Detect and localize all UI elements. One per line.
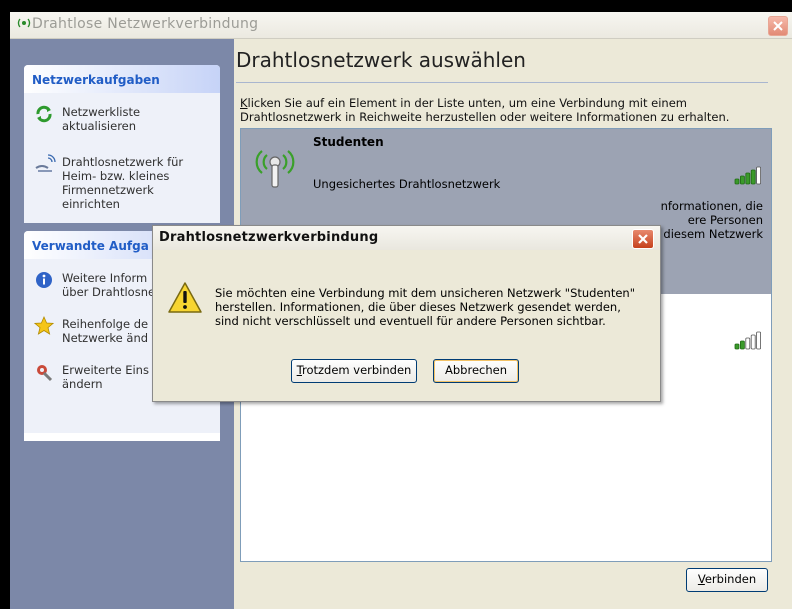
task-label-line: Heim- bzw. kleines bbox=[62, 169, 170, 183]
instruction-text: Klicken Sie auf ein Element in der Liste… bbox=[240, 96, 780, 124]
network-tasks-box: Netzwerkaufgaben Netzwerkliste aktualisi… bbox=[24, 65, 220, 223]
title-bar: Drahtlose Netzwerkverbindung bbox=[10, 12, 792, 39]
window-title: Drahtlose Netzwerkverbindung bbox=[32, 16, 259, 32]
wireless-antenna-icon bbox=[253, 143, 295, 188]
signal-bar bbox=[734, 178, 740, 185]
task-label: Netzwerkliste aktualisieren bbox=[62, 105, 141, 133]
connect-label: erbinden bbox=[704, 572, 757, 586]
signal-bar bbox=[745, 337, 751, 350]
dialog-message-line: sind nicht verschlüsselt und eventuell f… bbox=[215, 314, 606, 328]
refresh-icon bbox=[34, 104, 54, 124]
task-setup-home-network[interactable]: Drahtlosnetzwerk für Heim- bzw. kleines … bbox=[24, 149, 220, 217]
star-icon bbox=[33, 315, 55, 336]
connect-button[interactable]: Verbinden bbox=[686, 568, 768, 592]
signal-bar bbox=[756, 331, 762, 350]
network-description-line: nformationen, die bbox=[660, 199, 763, 213]
task-label-line: Firmennetzwerk einrichten bbox=[62, 183, 154, 211]
dialog-message: Sie möchten eine Verbindung mit dem unsi… bbox=[215, 286, 645, 328]
dialog-title: Drahtlosnetzwerkverbindung bbox=[159, 230, 379, 245]
close-icon[interactable] bbox=[632, 229, 654, 249]
network-security-type: Ungesichertes Drahtlosnetzwerk bbox=[313, 177, 501, 191]
signal-strength-icon bbox=[733, 330, 763, 350]
page-title: Drahtlosnetzwerk auswählen bbox=[236, 48, 526, 72]
insecure-network-dialog: Drahtlosnetzwerkverbindung Sie möchten e… bbox=[152, 225, 661, 402]
dialog-message-line: herstellen. Informationen, die über dies… bbox=[215, 300, 621, 314]
task-label-line: Drahtlosnetzwerk für bbox=[62, 155, 184, 169]
signal-bar bbox=[756, 166, 762, 185]
cancel-button[interactable]: Abbrechen bbox=[433, 359, 519, 383]
signal-bar bbox=[740, 175, 745, 185]
signal-bar bbox=[750, 169, 756, 185]
signal-strength-icon bbox=[733, 165, 763, 185]
warning-icon bbox=[167, 281, 203, 315]
signal-bar bbox=[740, 340, 745, 350]
instruction-accesskey: K bbox=[240, 96, 248, 110]
instruction-line2: Drahtlosnetzwerk in Reichweite herzustel… bbox=[240, 110, 730, 124]
instruction-line1: licken Sie auf ein Element in der Liste … bbox=[247, 96, 687, 110]
dialog-title-bar: Drahtlosnetzwerkverbindung bbox=[153, 226, 660, 250]
signal-bar bbox=[734, 343, 740, 350]
divider bbox=[236, 82, 768, 83]
task-refresh-network-list[interactable]: Netzwerkliste aktualisieren bbox=[24, 99, 220, 139]
close-icon[interactable] bbox=[768, 16, 788, 36]
signal-bar bbox=[750, 334, 756, 350]
home-network-icon bbox=[34, 154, 56, 174]
network-tasks-heading: Netzwerkaufgaben bbox=[24, 65, 220, 93]
network-name: Studenten bbox=[313, 135, 384, 149]
info-icon bbox=[34, 270, 54, 290]
connect-anyway-button[interactable]: Trotzdem verbinden bbox=[291, 359, 417, 383]
dialog-message-line: Sie möchten eine Verbindung mit dem unsi… bbox=[215, 286, 635, 300]
connect-anyway-label: rotzdem verbinden bbox=[301, 363, 412, 377]
signal-bar bbox=[745, 172, 751, 185]
connect-accesskey: V bbox=[697, 572, 705, 586]
settings-icon bbox=[34, 362, 54, 382]
